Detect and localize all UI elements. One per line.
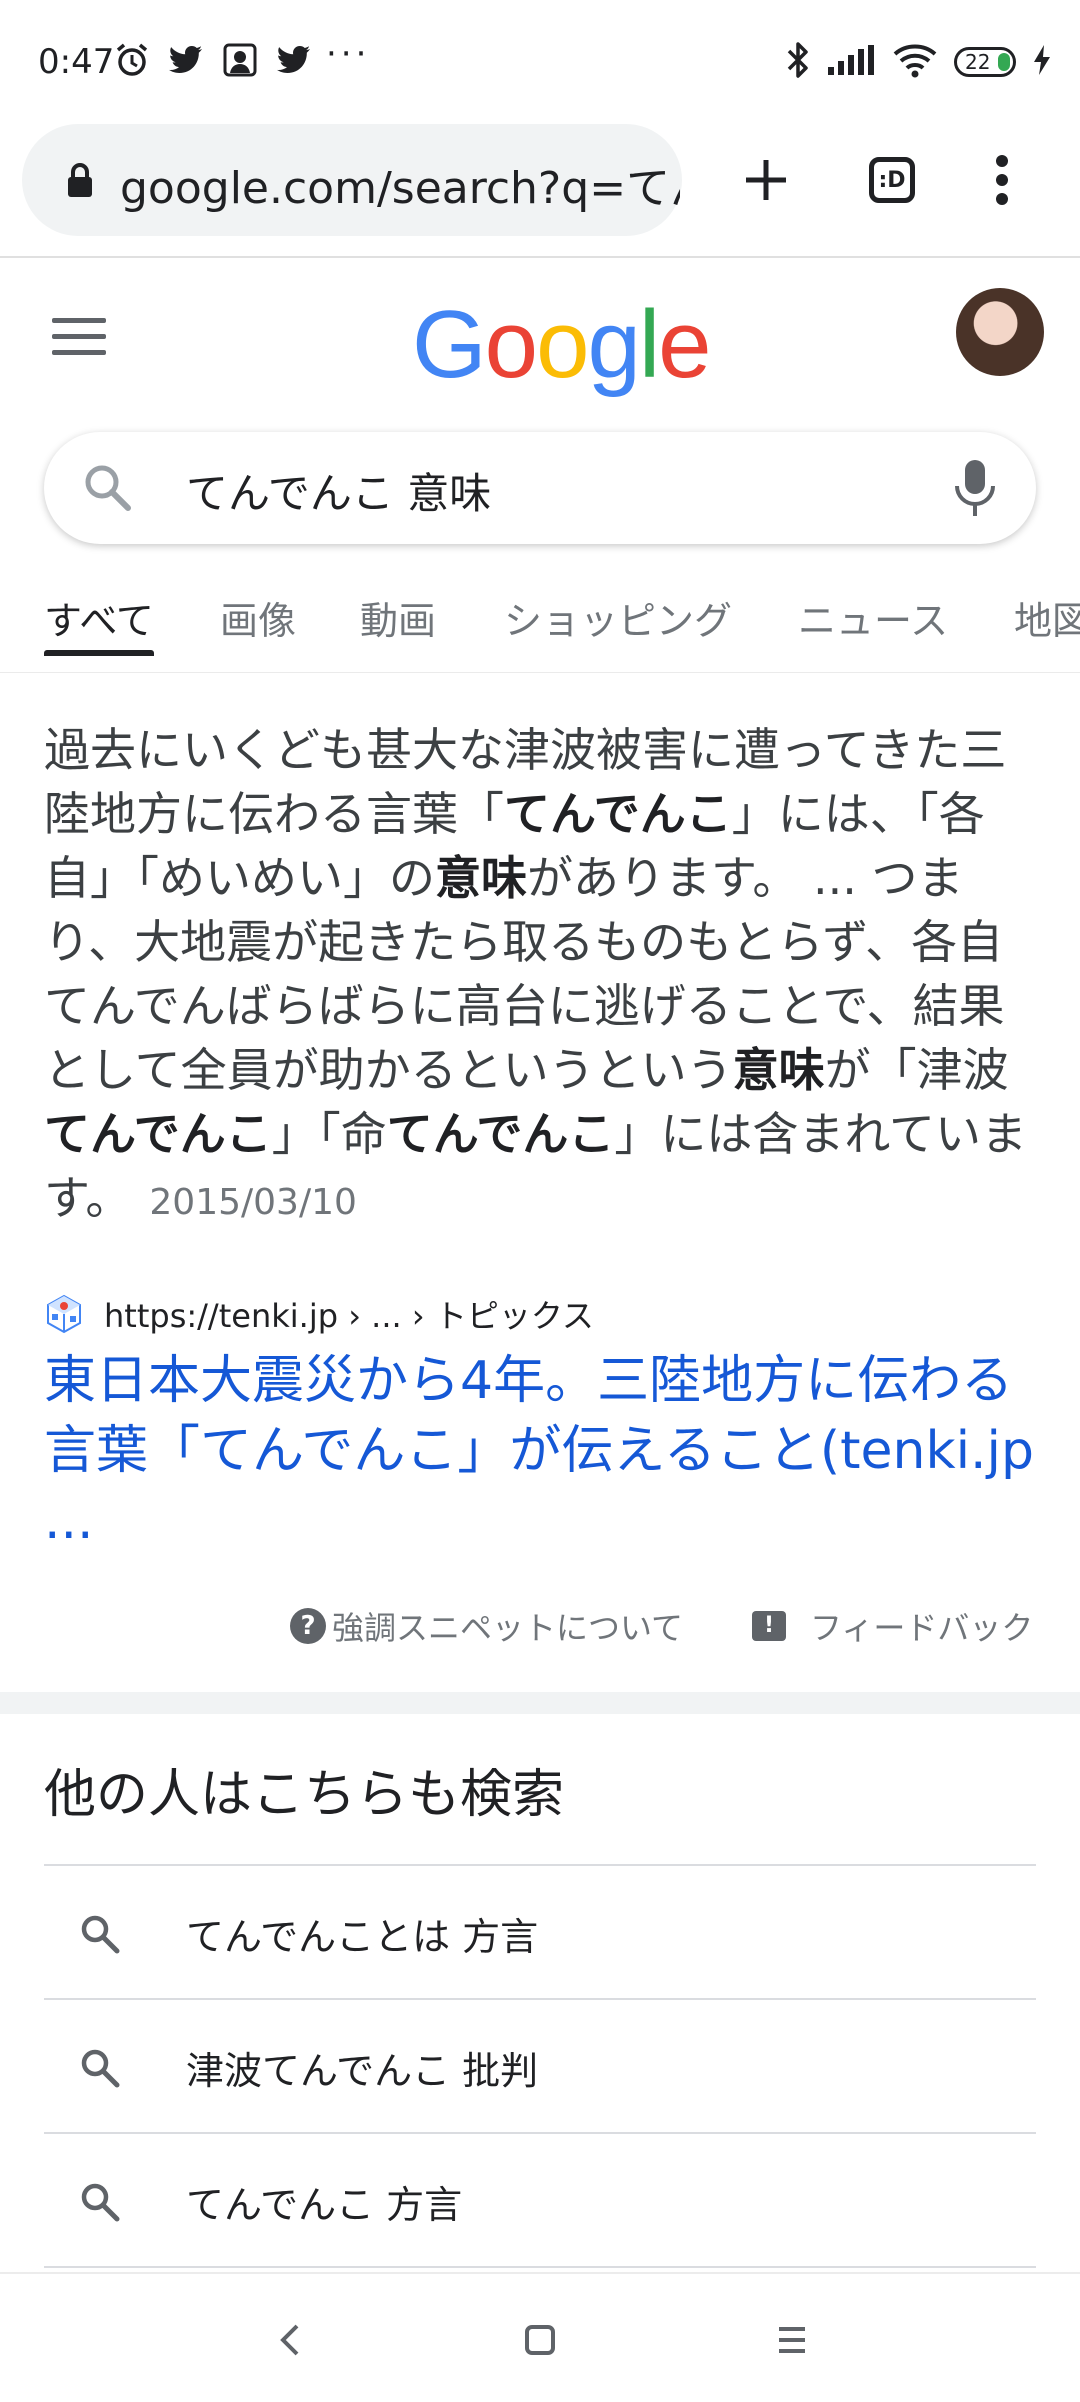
result-source[interactable]: https://tenki.jp › ... › トピックス [44, 1292, 594, 1336]
alarm-icon [112, 40, 152, 80]
recents-button[interactable] [762, 2310, 822, 2370]
search-icon [78, 1912, 122, 1956]
avatar[interactable] [956, 288, 1044, 376]
more-notifications-icon: ··· [326, 34, 371, 74]
plus-icon [746, 160, 786, 200]
about-snippet-link[interactable]: ? 強調スニペットについて [290, 1602, 683, 1650]
feedback-link[interactable]: ! フィードバック [752, 1602, 1033, 1650]
tab-shopping[interactable]: ショッピング [504, 590, 732, 645]
charging-icon [1032, 43, 1052, 81]
browser-menu-button[interactable] [966, 144, 1038, 216]
back-button[interactable] [260, 2310, 320, 2370]
square-icon [525, 2325, 555, 2355]
microphone-icon[interactable] [950, 456, 1000, 520]
system-icons: 22 [786, 40, 1052, 84]
tab-maps[interactable]: 地図 [1014, 590, 1080, 645]
tab-news[interactable]: ニュース [798, 590, 948, 645]
address-bar[interactable]: google.com/search?q=てんでんこ 意味 [22, 124, 682, 236]
search-icon [78, 2180, 122, 2224]
chevron-left-icon [280, 2324, 299, 2356]
battery-level: 22 [965, 50, 991, 74]
related-searches-list: てんでんことは 方言 津波てんでんこ 批判 てんでんこ 方言 [44, 1864, 1036, 2268]
search-icon[interactable] [80, 460, 136, 516]
google-logo[interactable]: Google [412, 290, 712, 400]
menu-lines-icon [779, 2327, 805, 2353]
related-search-label[interactable]: 津波てんでんこ 批判 [186, 2040, 538, 2095]
notification-icons [112, 40, 314, 80]
tab-switcher-button[interactable]: :D [856, 144, 928, 216]
twitter-icon [166, 40, 206, 80]
url-text[interactable]: google.com/search?q=てんでんこ 意味 [120, 152, 680, 216]
feedback-label: フィードバック [810, 1609, 1034, 1647]
status-time: 0:47 [38, 42, 115, 82]
battery-icon: 22 [954, 47, 1016, 77]
tenki-favicon-icon [44, 1294, 84, 1334]
help-icon: ? [290, 1608, 326, 1644]
browser-toolbar: google.com/search?q=てんでんこ 意味 :D [0, 120, 1080, 258]
tab-images[interactable]: 画像 [220, 590, 296, 645]
feedback-icon: ! [752, 1611, 786, 1641]
home-button[interactable] [510, 2310, 570, 2370]
twitter-icon [274, 40, 314, 80]
featured-snippet-text: 過去にいくども甚大な津波被害に遭ってきた三陸地方に伝わる言葉「てんでんこ」には、… [44, 723, 1028, 1225]
tab-videos[interactable]: 動画 [360, 590, 436, 645]
related-search-item[interactable]: てんでんこ 方言 [44, 2132, 1036, 2268]
search-input[interactable]: てんでんこ 意味 [186, 460, 491, 521]
tab-all[interactable]: すべて [44, 590, 154, 645]
search-icon [78, 2046, 122, 2090]
status-bar: 0:47 ··· 22 [0, 0, 1080, 120]
menu-icon[interactable] [52, 318, 106, 358]
related-search-label[interactable]: てんでんことは 方言 [186, 1906, 538, 1961]
section-divider [0, 1692, 1080, 1714]
system-nav-bar [0, 2272, 1080, 2402]
related-search-label[interactable]: てんでんこ 方言 [186, 2174, 462, 2229]
signal-icon [826, 43, 876, 81]
snippet-date: 2015/03/10 [149, 1182, 357, 1223]
source-url[interactable]: https://tenki.jp › ... › トピックス [104, 1291, 594, 1337]
wifi-icon [892, 42, 938, 82]
tab-count: :D [869, 157, 915, 203]
bluetooth-icon [786, 40, 810, 84]
about-snippet-label: 強調スニペットについて [332, 1609, 684, 1647]
related-search-item[interactable]: 津波てんでんこ 批判 [44, 1998, 1036, 2132]
lock-icon[interactable] [60, 160, 100, 200]
related-search-item[interactable]: てんでんことは 方言 [44, 1864, 1036, 1998]
result-title-link[interactable]: 東日本大震災から4年。三陸地方に伝わる言葉「てんでんこ」が伝えること(tenki… [44, 1346, 1034, 1556]
new-tab-button[interactable] [730, 144, 802, 216]
related-searches-title: 他の人はこちらも検索 [44, 1765, 565, 1825]
search-box[interactable]: てんでんこ 意味 [44, 432, 1036, 544]
google-header: Google [0, 258, 1080, 418]
search-tabs: すべて 画像 動画 ショッピング ニュース 地図 [0, 572, 1080, 673]
app-icon [220, 40, 260, 80]
more-vert-icon [996, 155, 1008, 205]
active-tab-indicator [44, 650, 154, 656]
